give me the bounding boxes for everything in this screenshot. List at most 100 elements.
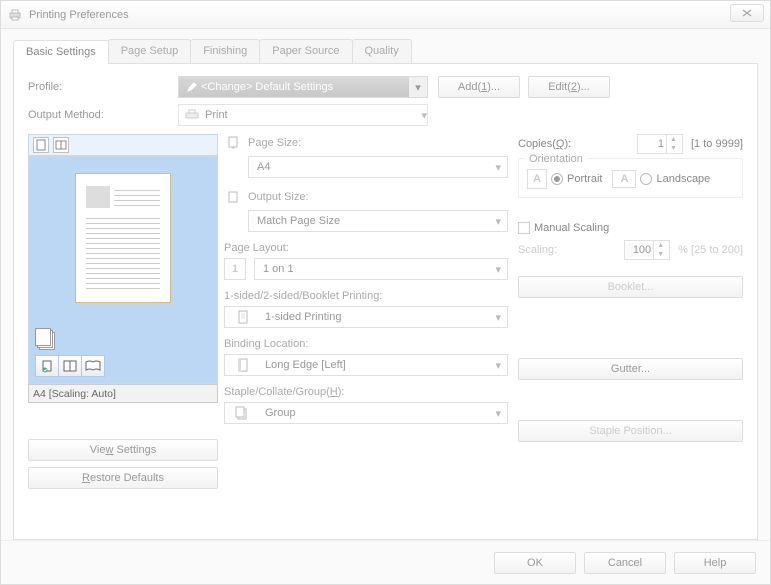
- output-size-value: Match Page Size: [257, 215, 340, 227]
- manual-scaling-label: Manual Scaling: [534, 222, 609, 234]
- scaling-input: [625, 243, 653, 257]
- page-layout-label: Page Layout:: [224, 242, 289, 254]
- preview-toolbar: [28, 134, 218, 156]
- copies-spinner[interactable]: ▲▼: [637, 134, 683, 154]
- printing-label: 1-sided/2-sided/Booklet Printing:: [224, 290, 382, 302]
- portrait-radio[interactable]: [551, 173, 563, 185]
- pencil-icon: [187, 82, 197, 92]
- page-size-in-icon: [224, 134, 242, 152]
- help-button[interactable]: Help: [674, 552, 756, 574]
- stack-icon: [35, 328, 57, 352]
- binding-left-icon: [229, 355, 257, 375]
- page-layout-value: 1 on 1: [263, 263, 294, 275]
- gutter-button[interactable]: Gutter...: [518, 358, 743, 380]
- profile-row: Profile: <Change> Default Settings ▾ Add…: [28, 76, 743, 98]
- restore-defaults-button[interactable]: Restore Defaults: [28, 467, 218, 489]
- scaling-label: Scaling:: [518, 244, 557, 256]
- page-size-combo[interactable]: A4 ▾: [248, 156, 508, 178]
- binding-combo[interactable]: Long Edge [Left] ▾: [224, 354, 508, 376]
- page-size-value: A4: [257, 161, 270, 173]
- copies-input[interactable]: [638, 137, 666, 151]
- page-size-label: Page Size:: [248, 137, 301, 149]
- landscape-radio[interactable]: [640, 173, 652, 185]
- titlebar: Printing Preferences: [1, 1, 770, 29]
- copies-label: Copies(Q):: [518, 138, 571, 150]
- profile-value: <Change> Default Settings: [201, 81, 333, 93]
- tab-quality[interactable]: Quality: [352, 39, 412, 63]
- output-method-value: Print: [205, 109, 228, 121]
- staple-position-button: Staple Position...: [518, 420, 743, 442]
- tab-page-setup[interactable]: Page Setup: [108, 39, 192, 63]
- portrait-icon: A: [527, 169, 547, 189]
- printing-preferences-window: Printing Preferences Basic Settings Page…: [0, 0, 771, 585]
- preview-options: [35, 355, 104, 377]
- booklet-view-icon[interactable]: [53, 137, 69, 153]
- left-settings: Page Size: A4 ▾ Output Size:: [224, 134, 508, 489]
- landscape-icon: A: [612, 170, 636, 188]
- manual-scaling-checkbox[interactable]: [518, 222, 530, 234]
- printing-combo[interactable]: 1-sided Printing ▾: [224, 306, 508, 328]
- booklet-button: Booklet...: [518, 276, 743, 298]
- close-button[interactable]: [730, 4, 764, 22]
- output-method-row: Output Method: Print ▾: [28, 104, 743, 126]
- preview-canvas: [28, 156, 218, 384]
- profile-label: Profile:: [28, 81, 178, 93]
- chevron-down-icon: ▾: [409, 81, 427, 94]
- page-view-icon[interactable]: [33, 137, 49, 153]
- copies-range: [1 to 9999]: [691, 138, 743, 150]
- tab-basic-settings[interactable]: Basic Settings: [13, 40, 109, 64]
- view-settings-button[interactable]: View Settings: [28, 439, 218, 461]
- binding-value: Long Edge [Left]: [265, 359, 346, 371]
- chevron-down-icon: ▾: [495, 161, 501, 174]
- staple-value: Group: [265, 407, 296, 419]
- layout-1-icon: 1: [224, 258, 246, 280]
- scaling-spinner: ▲▼: [624, 240, 670, 260]
- output-size-combo[interactable]: Match Page Size ▾: [248, 210, 508, 232]
- ok-button[interactable]: OK: [494, 552, 576, 574]
- add-profile-button[interactable]: Add(1)...: [438, 76, 520, 98]
- opt-single-icon[interactable]: [35, 355, 59, 377]
- binding-label: Binding Location:: [224, 338, 308, 350]
- page-layout-combo[interactable]: 1 on 1 ▾: [254, 258, 508, 280]
- chevron-down-icon: ▾: [495, 311, 501, 324]
- spin-down-icon[interactable]: ▼: [667, 144, 680, 153]
- staple-combo[interactable]: Group ▾: [224, 402, 508, 424]
- dialog-footer: OK Cancel Help: [1, 540, 770, 584]
- window-title: Printing Preferences: [29, 9, 129, 21]
- edit-profile-button[interactable]: Edit(2)...: [528, 76, 610, 98]
- printer-icon: [7, 7, 23, 23]
- manual-scaling-row[interactable]: Manual Scaling: [518, 222, 743, 234]
- tab-finishing[interactable]: Finishing: [190, 39, 260, 63]
- landscape-option[interactable]: A Landscape: [612, 170, 710, 188]
- chevron-down-icon: ▾: [495, 215, 501, 228]
- spin-up-icon[interactable]: ▲: [667, 135, 680, 144]
- portrait-option[interactable]: A Portrait: [527, 169, 602, 189]
- page-preview: [75, 173, 171, 303]
- preview-status: A4 [Scaling: Auto]: [28, 384, 218, 403]
- orientation-legend: Orientation: [525, 153, 587, 165]
- printer-small-icon: [185, 109, 199, 121]
- profile-combo[interactable]: <Change> Default Settings ▾: [178, 76, 428, 98]
- opt-duplex-icon[interactable]: [58, 355, 82, 377]
- basic-settings-panel: Profile: <Change> Default Settings ▾ Add…: [13, 64, 758, 540]
- preview-column: A4 [Scaling: Auto] View Settings Restore…: [28, 134, 218, 489]
- tab-strip: Basic Settings Page Setup Finishing Pape…: [13, 39, 758, 64]
- landscape-label: Landscape: [656, 173, 710, 185]
- portrait-label: Portrait: [567, 173, 602, 185]
- group-icon: [229, 403, 257, 423]
- single-page-icon: [229, 307, 257, 327]
- chevron-down-icon: ▾: [495, 359, 501, 372]
- client-area: Basic Settings Page Setup Finishing Pape…: [1, 29, 770, 540]
- output-size-icon: [224, 188, 242, 206]
- output-method-label: Output Method:: [28, 109, 178, 121]
- chevron-down-icon: ▾: [421, 109, 427, 122]
- printing-value: 1-sided Printing: [265, 311, 341, 323]
- right-settings: Copies(Q): ▲▼ [1 to 9999] Orientation: [518, 134, 743, 489]
- opt-booklet-icon[interactable]: [81, 355, 105, 377]
- output-method-combo[interactable]: Print ▾: [178, 104, 428, 126]
- output-size-label: Output Size:: [248, 191, 309, 203]
- scaling-range: % [25 to 200]: [678, 244, 743, 256]
- chevron-down-icon: ▾: [495, 263, 501, 276]
- cancel-button[interactable]: Cancel: [584, 552, 666, 574]
- tab-paper-source[interactable]: Paper Source: [259, 39, 352, 63]
